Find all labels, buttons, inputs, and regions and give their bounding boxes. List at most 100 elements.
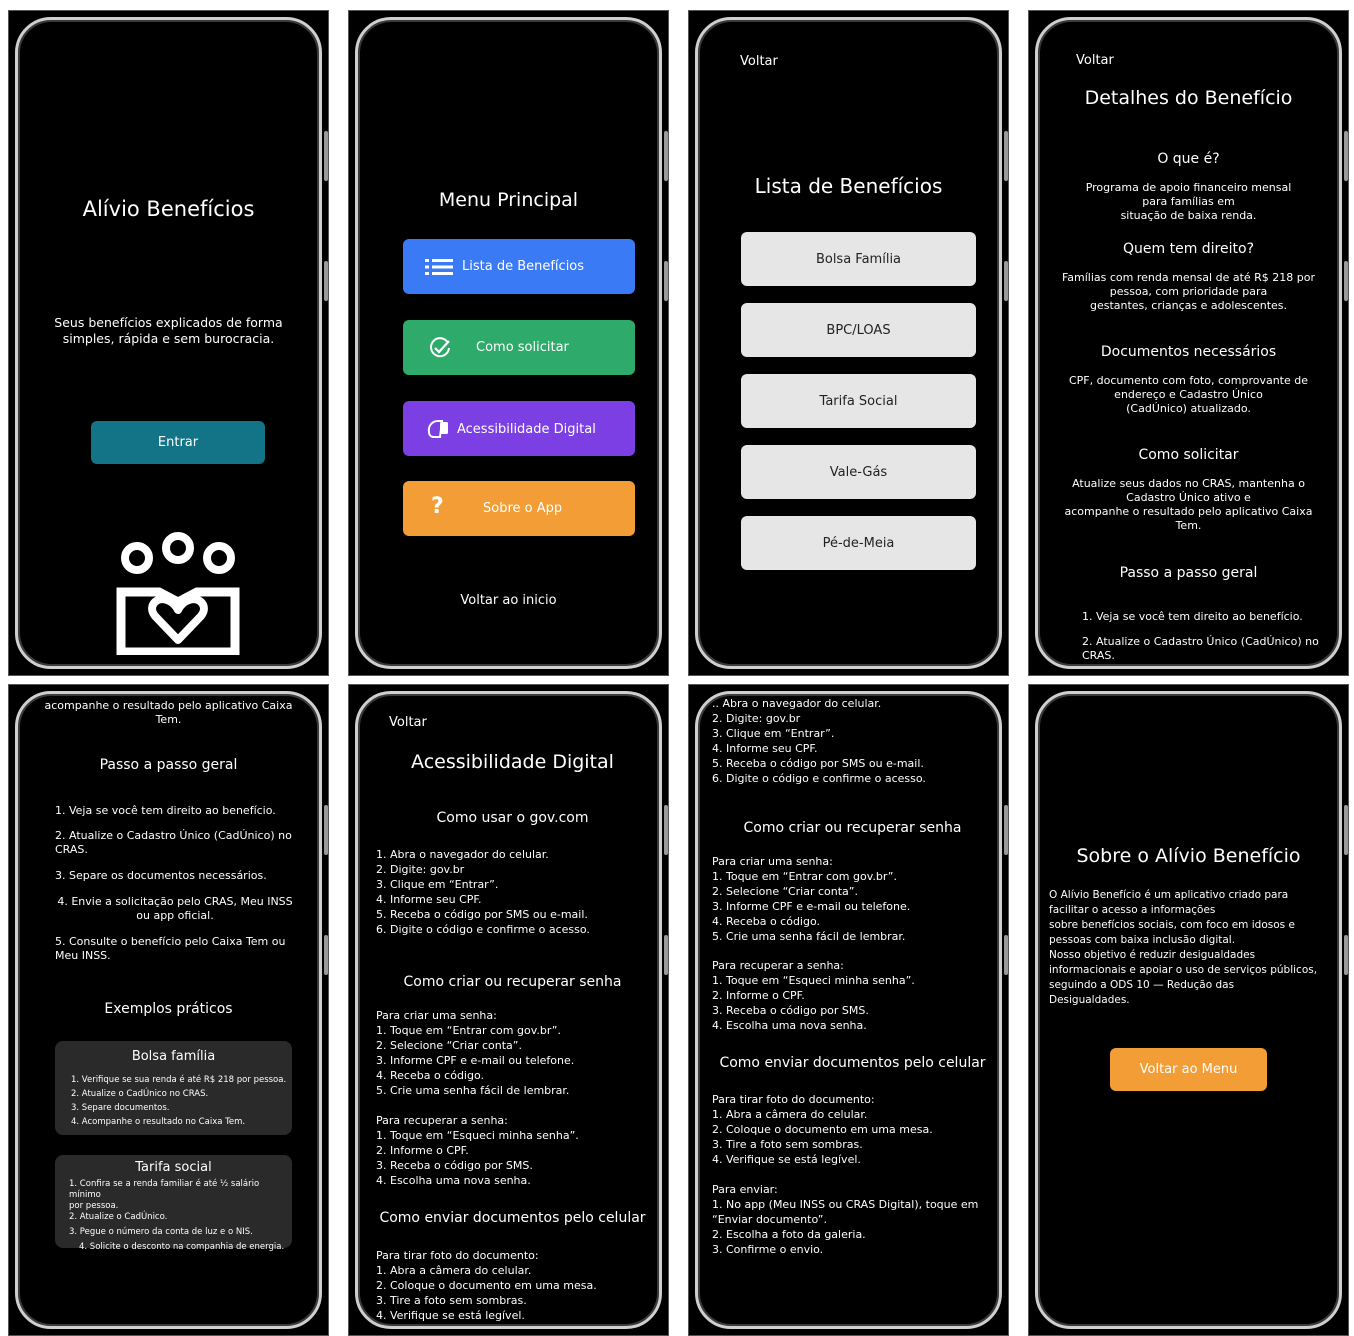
text-line: CRAS. — [55, 843, 88, 856]
text-line: 1. Confira se a renda familiar é até ½ s… — [69, 1179, 260, 1200]
back-to-menu-button[interactable]: Voltar ao Menu — [1110, 1048, 1267, 1091]
section-text: Atualize seus dados no CRAS, mantenha o … — [1043, 477, 1334, 533]
menu-button-how-to-apply[interactable]: Como solicitar — [403, 320, 635, 375]
benefit-item-bpc-loas[interactable]: BPC/LOAS — [741, 303, 976, 357]
benefit-item-tarifa-social[interactable]: Tarifa Social — [741, 374, 976, 428]
card-title: Tarifa social — [135, 1160, 212, 1175]
list-icon — [425, 259, 453, 275]
benefit-item-label: Tarifa Social — [819, 393, 898, 409]
text-line: Para criar uma senha: — [376, 1009, 497, 1022]
text-line: Programa de apoio financeiro mensal — [1085, 181, 1292, 194]
text-line: 4. Informe seu CPF. — [376, 893, 482, 906]
example-card-bolsa-familia: Bolsa família 1. Verifique se sua renda … — [55, 1041, 292, 1135]
menu-button-digital-accessibility[interactable]: Acessibilidade Digital — [403, 401, 635, 456]
about-text: O Alívio Benefício é um aplicativo criad… — [1049, 888, 1317, 1008]
benefit-item-vale-gas[interactable]: Vale-Gás — [741, 445, 976, 499]
text-line: 3. Receba o código por SMS. — [376, 1159, 533, 1172]
check-circle-icon — [430, 337, 450, 358]
text-line: 5. Consulte o benefício pelo Caixa Tem o… — [55, 935, 286, 948]
question-icon: ? — [431, 494, 444, 519]
step-item: 1. Veja se você tem direito ao benefício… — [1082, 610, 1303, 623]
section-heading: Como enviar documentos pelo celular — [719, 1055, 986, 1071]
about-title: Sobre o Alívio Benefício — [1076, 845, 1301, 867]
text-line: 2. Escolha a foto da galeria. — [712, 1228, 866, 1241]
text-line: situação de baixa renda. — [1120, 209, 1257, 222]
back-home-link[interactable]: Voltar ao inicio — [363, 593, 654, 608]
phone-main-menu: Menu Principal Lista de Benefícios Como … — [348, 10, 669, 676]
screen: Voltar Acessibilidade Digital Como usar … — [363, 699, 662, 1321]
text-line: Para tirar foto do documento: — [376, 1249, 539, 1262]
benefit-item-bolsa-familia[interactable]: Bolsa Família — [741, 232, 976, 286]
text-line: facilitar o acesso a informações — [1049, 904, 1216, 916]
screen: Sobre o Alívio Benefício O Alívio Benefí… — [1037, 699, 1340, 1321]
section-heading: Documentos necessários — [1100, 344, 1277, 360]
text-line: informacionais e apoiar o uso de serviço… — [1049, 964, 1318, 976]
enter-button[interactable]: Entrar — [91, 421, 265, 464]
screen: acompanhe o resultado pelo aplicativo Ca… — [23, 691, 314, 1321]
text-line: 3. Informe CPF e e-mail ou telefone. — [376, 1054, 575, 1067]
details-title: Detalhes do Benefício — [1084, 87, 1293, 109]
text-line: 2. Informe o CPF. — [376, 1144, 469, 1157]
menu-button-label: Lista de Benefícios — [462, 259, 585, 274]
benefit-item-pe-de-meia[interactable]: Pé-de-Meia — [741, 516, 976, 570]
text-line: 4. Envie a solicitação pelo CRAS, Meu IN… — [57, 895, 293, 908]
text-line: Para criar uma senha: — [712, 855, 833, 868]
app-title: Alívio Benefícios — [82, 197, 255, 221]
back-link[interactable]: Voltar — [389, 715, 427, 730]
screen: Menu Principal Lista de Benefícios Como … — [363, 25, 654, 661]
text-line: CPF, documento com foto, comprovante de — [1068, 374, 1309, 387]
section-heading: O que é? — [1157, 151, 1220, 167]
text-line: Para recuperar a senha: — [712, 959, 844, 972]
back-link[interactable]: Voltar — [740, 54, 778, 69]
text-line: 3. Informe CPF e e-mail ou telefone. — [712, 900, 911, 913]
phone-welcome: Alívio Benefícios Seus benefícios explic… — [8, 10, 329, 676]
text-line: (CadÚnico) atualizado. — [1126, 402, 1251, 415]
accessibility-icon — [427, 420, 448, 438]
text-line: 1. Toque em “Entrar com gov.br”. — [376, 1024, 562, 1037]
text-line: 5. Crie uma senha fácil de lembrar. — [712, 930, 906, 943]
text-line: 2. Selecione “Criar conta”. — [376, 1039, 522, 1052]
benefit-item-label: Vale-Gás — [829, 464, 888, 480]
text-line: 2. Atualize o Cadastro Único (CadÚnico) … — [1082, 635, 1319, 648]
section-list: 1. Abra o navegador do celular. 2. Digit… — [376, 847, 590, 937]
text-line: Para tirar foto do documento: — [712, 1093, 875, 1106]
section-text: CPF, documento com foto, comprovante de … — [1043, 374, 1334, 416]
text-line: 3. Tire a foto sem sombras. — [712, 1138, 863, 1151]
side-button — [324, 261, 328, 301]
phone-benefits-list: Voltar Lista de Benefícios Bolsa Família… — [688, 10, 1009, 676]
text-line: Famílias com renda mensal de até R$ 218 … — [1061, 271, 1316, 284]
enter-button-label: Entrar — [157, 435, 199, 450]
text-line: 4. Receba o código. — [712, 915, 821, 928]
side-button — [664, 935, 668, 975]
phone-about: Sobre o Alívio Benefício O Alívio Benefí… — [1028, 684, 1349, 1336]
text-line: .. Abra o navegador do celular. — [712, 697, 882, 710]
screen: Voltar Detalhes do Benefício O que é? Pr… — [1043, 25, 1334, 661]
side-button — [1004, 935, 1008, 975]
text-line: “Enviar documento”. — [712, 1213, 827, 1226]
text-line: acompanhe o resultado pelo aplicativo Ca… — [1064, 505, 1313, 518]
text-line: 5. Receba o código por SMS ou e-mail. — [376, 908, 588, 921]
back-link[interactable]: Voltar — [1076, 53, 1114, 68]
accessibility-title: Acessibilidade Digital — [411, 751, 614, 773]
text-line: seguindo a ODS 10 — Redução das — [1049, 979, 1235, 991]
text-line: 1. Abra a câmera do celular. — [376, 1264, 532, 1277]
side-button — [1344, 131, 1348, 181]
section-list: Para tirar foto do documento: 1. Abra a … — [712, 1092, 933, 1167]
section-heading: Como usar o gov.com — [436, 810, 589, 826]
text-line: 3. Clique em “Entrar”. — [376, 878, 499, 891]
family-heart-icon — [116, 532, 240, 655]
side-button — [1004, 805, 1008, 855]
step-item: 3. Separe os documentos necessários. — [55, 869, 267, 882]
text-line: 4. Escolha uma nova senha. — [376, 1174, 531, 1187]
menu-button-about-app[interactable]: ? Sobre o App — [403, 481, 635, 536]
text-line: 4. Informe seu CPF. — [712, 742, 818, 755]
side-button — [324, 131, 328, 181]
phone-benefit-details: Voltar Detalhes do Benefício O que é? Pr… — [1028, 10, 1349, 676]
menu-button-benefits-list[interactable]: Lista de Benefícios — [403, 239, 635, 294]
text-line: 4. Escolha uma nova senha. — [712, 1019, 867, 1032]
text-line: 1. Verifique se sua renda é até R$ 218 p… — [71, 1075, 287, 1085]
text-line: 5. Receba o código por SMS ou e-mail. — [712, 757, 924, 770]
text-line: 5. Crie uma senha fácil de lembrar. — [376, 1084, 570, 1097]
section-heading: Passo a passo geral — [1119, 565, 1258, 581]
section-list: .. Abra o navegador do celular. 2. Digit… — [712, 696, 926, 786]
